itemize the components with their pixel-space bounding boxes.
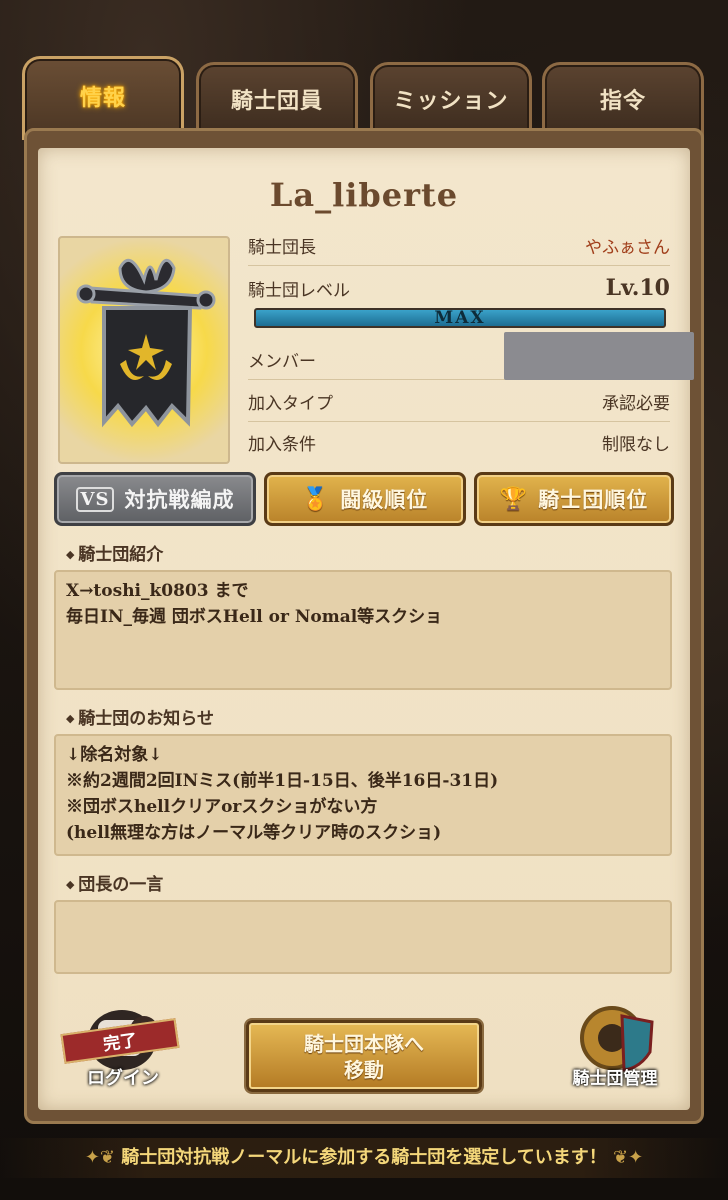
footer-announcement: ✦❦ 騎士団対抗戦ノーマルに参加する騎士団を選定しています！ ❦✦: [0, 1138, 728, 1178]
intro-line: 毎日IN_毎週 団ボスHell or Nomal等スクショ: [66, 607, 443, 627]
join-type-value: 承認必要: [602, 394, 670, 414]
notice-section-title: 騎士団のお知らせ: [66, 704, 214, 729]
medal-icon: 🏅: [301, 486, 331, 512]
versus-icon: VS: [75, 486, 115, 512]
level-value: Lv.10: [605, 275, 670, 301]
login-button[interactable]: 完了 ログイン: [58, 1000, 180, 1090]
rank-tier-label: 闘級順位: [340, 488, 429, 512]
leader-word-textbox: [54, 900, 672, 974]
login-label: ログイン: [87, 1068, 159, 1089]
notice-textbox: ↓除名対象↓ ※約2週間2回INミス(前半1日-15日、後半16日-31日) ※…: [54, 734, 672, 856]
info-row-leader: 騎士団長 やふぁさん: [248, 226, 670, 266]
guild-rank-button[interactable]: 🏆 騎士団順位: [474, 472, 674, 526]
notice-line: ↓除名対象↓: [66, 745, 163, 765]
info-row-level: 騎士団レベル Lv.10: [248, 268, 670, 308]
guild-emblem[interactable]: [58, 236, 230, 464]
ornament-right-icon: ❦✦: [606, 1147, 644, 1168]
guild-rank-label: 騎士団順位: [538, 488, 649, 512]
trophy-icon: 🏆: [499, 486, 529, 512]
footer-text: 騎士団対抗戦ノーマルに参加する騎士団を選定しています！: [121, 1147, 607, 1168]
move-button-line2: 移動: [344, 1058, 384, 1082]
leader-value[interactable]: やふぁさん: [585, 233, 670, 258]
level-label: 騎士団レベル: [248, 280, 350, 301]
notice-line: (hell無理な方はノーマル等クリア時のスクショ): [66, 823, 442, 843]
guild-name: La_liberte: [269, 176, 459, 214]
intro-line: X→toshi_k0803 まで: [66, 581, 249, 601]
join-condition-label: 加入条件: [248, 434, 316, 455]
intro-section-title: 騎士団紹介: [66, 540, 163, 565]
info-row-join-type: 加入タイプ 承認必要: [248, 382, 670, 422]
level-progress-bar: MAX: [254, 308, 666, 328]
members-label: メンバー: [248, 352, 316, 372]
versus-formation-label: 対抗戦編成: [124, 488, 235, 512]
info-row-join-condition: 加入条件 制限なし: [248, 422, 670, 462]
intro-textbox: X→toshi_k0803 まで 毎日IN_毎週 団ボスHell or Noma…: [54, 570, 672, 690]
guild-manage-button[interactable]: 騎士団管理: [560, 1000, 670, 1090]
move-button-line1: 騎士団本隊へ: [304, 1032, 424, 1056]
rank-tier-button[interactable]: 🏅 闘級順位: [264, 472, 466, 526]
leader-label: 騎士団長: [248, 238, 316, 258]
move-to-main-guild-button[interactable]: 騎士団本隊へ 移動: [246, 1020, 482, 1092]
join-type-label: 加入タイプ: [248, 394, 333, 414]
leader-word-section-title: 団長の一言: [66, 870, 163, 895]
ornament-left-icon: ✦❦: [84, 1147, 122, 1168]
versus-formation-button[interactable]: VS 対抗戦編成: [54, 472, 256, 526]
guild-manage-label: 騎士団管理: [572, 1069, 658, 1089]
redacted-member-count: [504, 332, 694, 380]
join-condition-value: 制限なし: [602, 434, 670, 455]
banner-emblem-icon: [76, 258, 216, 428]
notice-line: ※団ボスhellクリアorスクショがない方: [66, 797, 378, 817]
notice-line: ※約2週間2回INミス(前半1日-15日、後半16日-31日): [66, 771, 499, 791]
